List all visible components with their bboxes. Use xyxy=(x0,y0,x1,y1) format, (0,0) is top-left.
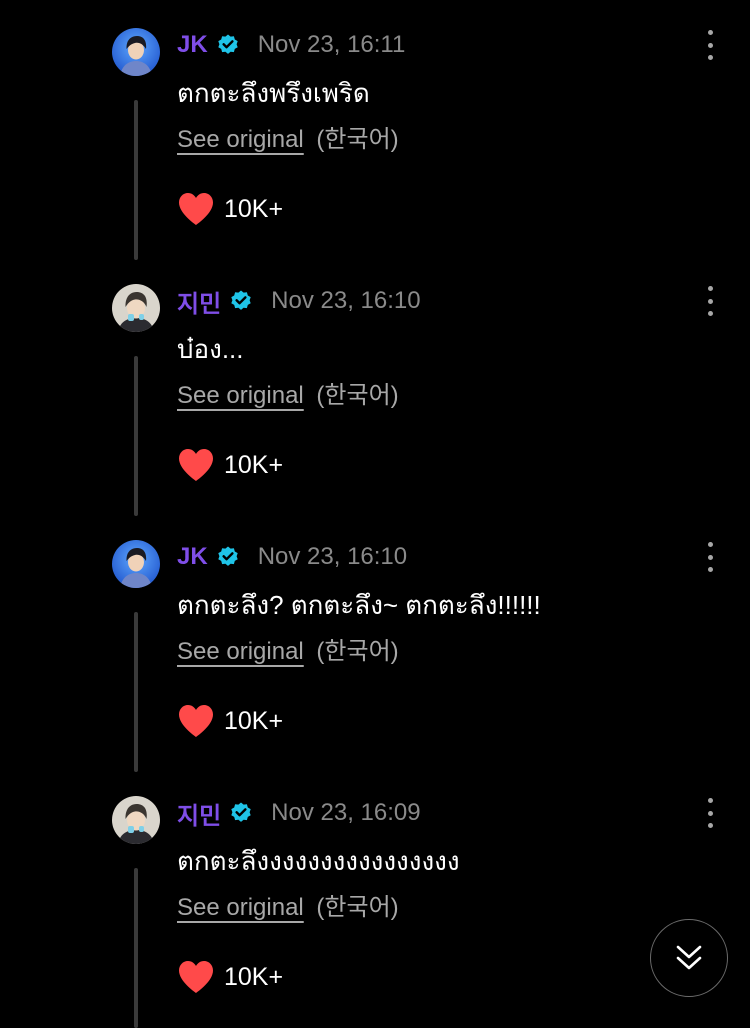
original-language: (한국어) xyxy=(316,894,399,921)
author-name[interactable]: JK xyxy=(177,31,208,59)
avatar[interactable] xyxy=(112,540,160,588)
author-name[interactable]: 지민 xyxy=(177,284,221,319)
like-row: 10K+ xyxy=(177,702,283,740)
comment-item: 지민 Nov 23, 16:09 ตกตะลึงงงงงงงงงงงงงงงง … xyxy=(0,768,750,1028)
like-count: 10K+ xyxy=(224,962,284,991)
timestamp: Nov 23, 16:09 xyxy=(271,799,421,826)
original-language: (한국어) xyxy=(316,638,399,665)
comment-header: JK Nov 23, 16:11 xyxy=(177,28,405,62)
author-name[interactable]: JK xyxy=(177,543,208,571)
avatar-jimin-image xyxy=(112,284,160,332)
timestamp: Nov 23, 16:11 xyxy=(257,31,406,58)
more-options-icon[interactable] xyxy=(697,798,723,828)
timestamp: Nov 23, 16:10 xyxy=(257,543,408,570)
like-count: 10K+ xyxy=(224,450,284,479)
see-original-link[interactable]: See original xyxy=(177,382,304,409)
like-row: 10K+ xyxy=(177,190,283,228)
verified-badge-icon xyxy=(229,801,253,825)
translation-row: See original (한국어) xyxy=(177,892,399,924)
original-language: (한국어) xyxy=(316,126,399,153)
like-count: 10K+ xyxy=(224,194,284,223)
more-options-icon[interactable] xyxy=(697,286,723,316)
comment-item: JK Nov 23, 16:11 ตกตะลึงพรึงเพริด See or… xyxy=(0,0,750,260)
see-original-link[interactable]: See original xyxy=(177,894,304,921)
heart-icon[interactable] xyxy=(177,191,215,227)
scroll-to-bottom-button[interactable] xyxy=(650,919,728,997)
more-options-icon[interactable] xyxy=(697,30,723,60)
heart-icon[interactable] xyxy=(177,959,215,995)
comment-text: ตกตะลึง? ตกตะลึง~ ตกตะลึง!!!!!! xyxy=(177,590,541,620)
verified-badge-icon xyxy=(229,289,253,313)
see-original-link[interactable]: See original xyxy=(177,126,304,153)
thread-line xyxy=(134,868,138,1028)
avatar-jk-image xyxy=(112,540,160,588)
translation-row: See original (한국어) xyxy=(177,636,399,668)
like-row: 10K+ xyxy=(177,446,283,484)
heart-icon[interactable] xyxy=(177,447,215,483)
thread-line xyxy=(134,100,138,260)
author-name[interactable]: 지민 xyxy=(177,796,221,831)
double-chevron-down-icon xyxy=(676,945,702,970)
comment-item: 지민 Nov 23, 16:10 บ๋อง... See original (한… xyxy=(0,256,750,516)
like-count: 10K+ xyxy=(224,706,284,735)
comment-text: ตกตะลึงงงงงงงงงงงงงงงง xyxy=(177,846,460,876)
comment-header: 지민 Nov 23, 16:10 xyxy=(177,284,421,318)
timestamp: Nov 23, 16:10 xyxy=(271,287,421,314)
comment-item: JK Nov 23, 16:10 ตกตะลึง? ตกตะลึง~ ตกตะล… xyxy=(0,512,750,772)
like-row: 10K+ xyxy=(177,958,283,996)
avatar-jimin-image xyxy=(112,796,160,844)
see-original-link[interactable]: See original xyxy=(177,638,304,665)
avatar[interactable] xyxy=(112,796,160,844)
comment-feed: JK Nov 23, 16:11 ตกตะลึงพรึงเพริด See or… xyxy=(0,0,750,1028)
thread-line xyxy=(134,356,138,516)
avatar[interactable] xyxy=(112,28,160,76)
comment-text: ตกตะลึงพรึงเพริด xyxy=(177,78,370,108)
avatar[interactable] xyxy=(112,284,160,332)
avatar-jk-image xyxy=(112,28,160,76)
verified-badge-icon xyxy=(216,33,240,57)
comment-header: 지민 Nov 23, 16:09 xyxy=(177,796,421,830)
heart-icon[interactable] xyxy=(177,703,215,739)
verified-badge-icon xyxy=(216,545,240,569)
comment-text: บ๋อง... xyxy=(177,334,244,364)
translation-row: See original (한국어) xyxy=(177,124,399,156)
original-language: (한국어) xyxy=(316,382,399,409)
thread-line xyxy=(134,612,138,772)
more-options-icon[interactable] xyxy=(697,542,723,572)
comment-header: JK Nov 23, 16:10 xyxy=(177,540,407,574)
translation-row: See original (한국어) xyxy=(177,380,399,412)
